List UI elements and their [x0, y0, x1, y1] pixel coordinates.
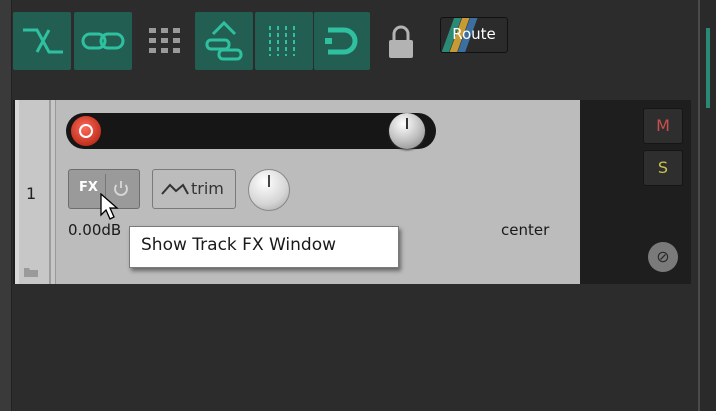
pan-knob[interactable] — [248, 169, 290, 211]
envelope-icon — [161, 183, 189, 195]
mute-button[interactable]: M — [643, 108, 683, 144]
auto-crossfade-button[interactable] — [13, 12, 71, 70]
ripple-edit-button[interactable] — [195, 12, 253, 70]
route-button[interactable]: Route — [440, 17, 508, 53]
volume-readout: 0.00dB — [68, 221, 122, 239]
volume-knob[interactable] — [389, 113, 425, 149]
record-arm-button[interactable] — [71, 116, 101, 146]
snap-grid-button[interactable] — [255, 12, 313, 70]
track-name-field[interactable] — [66, 113, 436, 149]
snap-grid-icon — [269, 26, 295, 56]
ripple-edit-icon — [205, 20, 243, 61]
arrange-scrollbar[interactable] — [698, 0, 716, 411]
solo-button[interactable]: S — [643, 150, 683, 186]
scroll-thumb[interactable] — [706, 28, 710, 108]
track-color-strip — [15, 100, 19, 284]
grid-icon — [149, 28, 180, 53]
loop-icon — [325, 27, 358, 55]
tooltip-text: Show Track FX Window — [141, 235, 337, 255]
record-icon — [79, 124, 93, 138]
arrange-left-edge — [0, 0, 12, 411]
link-icon — [81, 32, 125, 50]
track-divider — [49, 100, 51, 284]
link-button[interactable] — [74, 12, 132, 70]
trim-button[interactable]: trim — [152, 169, 236, 209]
volume-knob-indicator — [406, 118, 408, 129]
lock-icon — [389, 25, 413, 58]
pan-knob-indicator — [268, 175, 270, 187]
trim-label: trim — [191, 179, 224, 198]
loop-button[interactable] — [314, 12, 370, 70]
track-number: 1 — [26, 184, 37, 203]
auto-crossfade-icon — [23, 28, 63, 54]
fx-tooltip: Show Track FX Window — [129, 226, 399, 268]
phase-invert-button[interactable]: ⊘ — [648, 242, 678, 272]
fx-label: FX — [79, 180, 98, 195]
mouse-pointer-icon — [100, 193, 119, 220]
pan-readout: center — [501, 221, 550, 239]
grid-button[interactable] — [136, 12, 194, 70]
lock-button[interactable] — [376, 12, 426, 70]
folder-icon[interactable] — [24, 267, 38, 277]
route-label: Route — [452, 25, 496, 43]
